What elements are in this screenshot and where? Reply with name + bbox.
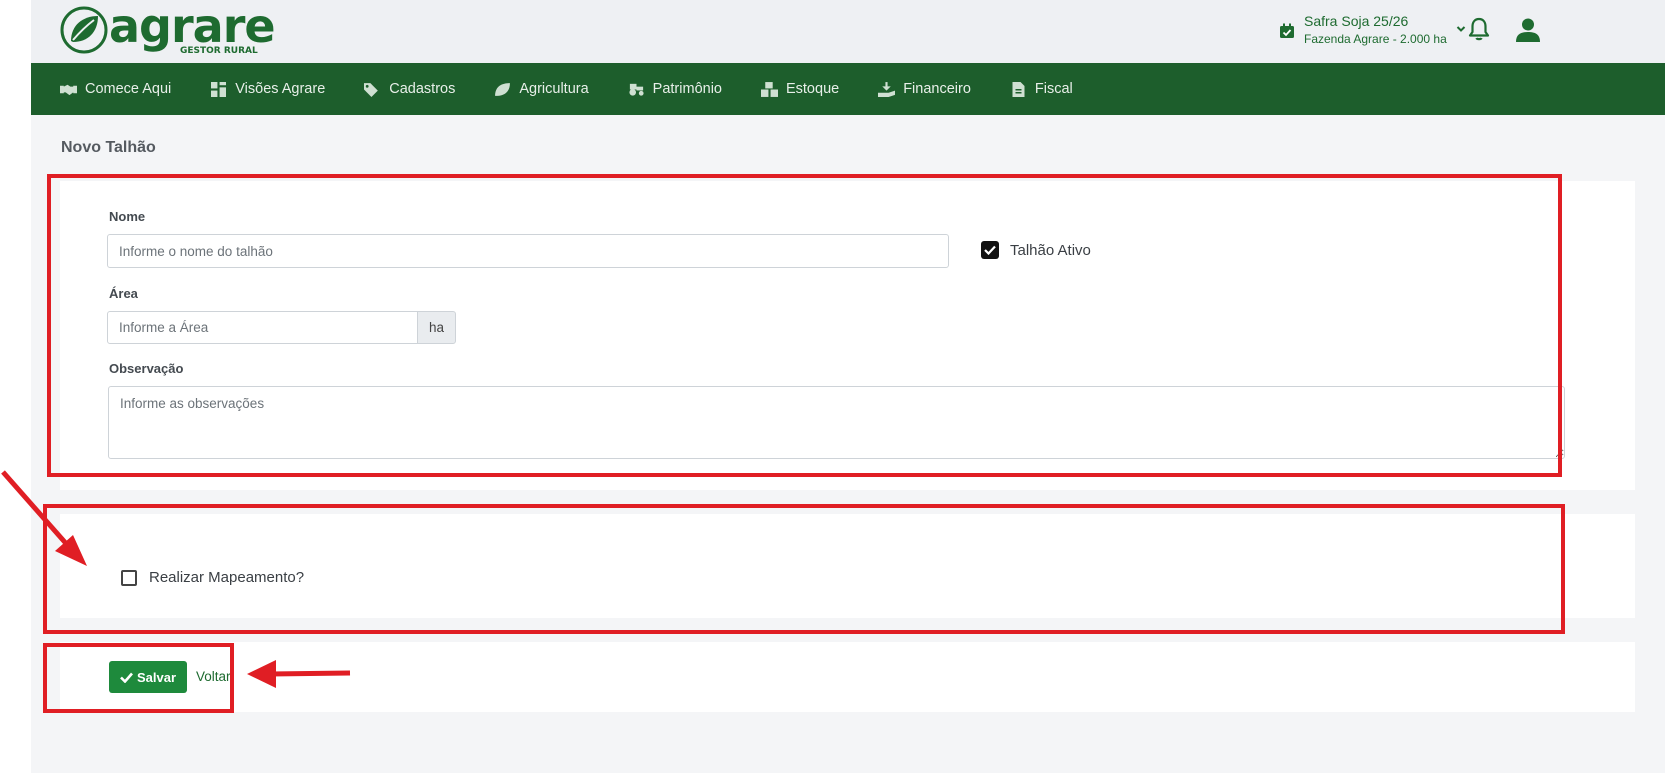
- nav-label: Financeiro: [903, 81, 971, 97]
- nav-item-estoque[interactable]: Estoque: [760, 81, 840, 97]
- talhao-form-card: Nome Talhão Ativo Área ha Observação: [60, 181, 1635, 490]
- back-link[interactable]: Voltar: [196, 669, 231, 684]
- nav-item-fiscal[interactable]: Fiscal: [1010, 81, 1073, 97]
- nav-label: Agricultura: [519, 81, 589, 97]
- talhao-ativo-checkbox[interactable]: Talhão Ativo: [981, 241, 1091, 259]
- main-navbar: Comece Aqui Visões Agrare Cadastros Agri…: [31, 63, 1665, 115]
- nav-label: Estoque: [785, 81, 840, 97]
- actions-card: Salvar Voltar: [60, 642, 1635, 712]
- realizar-mapeamento-checkbox[interactable]: Realizar Mapeamento?: [121, 569, 304, 586]
- nav-item-cadastros[interactable]: Cadastros: [364, 81, 455, 97]
- page-title: Novo Talhão: [61, 139, 156, 156]
- boxes-icon: [760, 81, 778, 97]
- checkbox-checked[interactable]: [981, 241, 999, 259]
- nav-label: Visões Agrare: [235, 81, 326, 97]
- nav-item-financeiro[interactable]: Financeiro: [878, 81, 971, 97]
- area-label: Área: [109, 286, 138, 301]
- invoice-icon: [1012, 81, 1025, 97]
- observacao-textarea[interactable]: [108, 386, 1565, 459]
- nav-item-patrimonio[interactable]: Patrimônio: [628, 81, 722, 97]
- agrare-logo[interactable]: agrare GESTOR RURAL: [59, 0, 289, 57]
- mapeamento-card: Realizar Mapeamento?: [60, 514, 1635, 618]
- observacao-label: Observação: [109, 361, 184, 376]
- bell-icon[interactable]: [1468, 17, 1490, 41]
- nav-label: Fiscal: [1034, 81, 1073, 97]
- nome-label: Nome: [109, 209, 146, 224]
- leaf-icon: [495, 82, 511, 96]
- handshake-icon: [60, 84, 77, 95]
- chevron-down-icon: [1456, 26, 1465, 32]
- top-header: agrare GESTOR RURAL Safra Soja 25/26 Faz…: [31, 0, 1665, 63]
- nav-label: Cadastros: [389, 81, 456, 97]
- hand-coin-icon: [878, 81, 896, 97]
- nav-label: Patrimônio: [652, 81, 722, 97]
- brand-subtitle: GESTOR RURAL: [180, 46, 258, 56]
- check-icon: [120, 672, 133, 683]
- calendar-check-icon: [1280, 23, 1294, 38]
- nav-item-agricultura[interactable]: Agricultura: [494, 81, 589, 97]
- nav-label: Comece Aqui: [85, 81, 172, 97]
- area-input[interactable]: [107, 311, 418, 344]
- nome-input[interactable]: [107, 234, 949, 268]
- dashboard-icon: [211, 81, 227, 97]
- check-icon: [984, 245, 996, 255]
- save-button-label: Salvar: [136, 669, 177, 685]
- safra-selector[interactable]: Safra Soja 25/26 Fazenda Agrare - 2.000 …: [1279, 13, 1467, 53]
- tags-icon: [364, 82, 379, 97]
- area-unit-addon: ha: [417, 311, 456, 344]
- tractor-icon: [629, 83, 644, 96]
- user-avatar-icon[interactable]: [1515, 17, 1541, 43]
- realizar-mapeamento-label: Realizar Mapeamento?: [149, 569, 305, 586]
- safra-title: Safra Soja 25/26: [1304, 13, 1409, 29]
- save-button[interactable]: Salvar: [109, 661, 187, 693]
- farm-name: Fazenda Agrare - 2.000 ha: [1304, 32, 1447, 46]
- nav-item-comece-aqui[interactable]: Comece Aqui: [60, 81, 171, 97]
- nav-item-visoes-agrare[interactable]: Visões Agrare: [210, 81, 325, 97]
- leaf-logo-icon: [60, 6, 108, 54]
- checkbox-unchecked[interactable]: [121, 569, 137, 586]
- talhao-ativo-label: Talhão Ativo: [1010, 241, 1091, 259]
- app-root: agrare GESTOR RURAL Safra Soja 25/26 Faz…: [31, 0, 1665, 773]
